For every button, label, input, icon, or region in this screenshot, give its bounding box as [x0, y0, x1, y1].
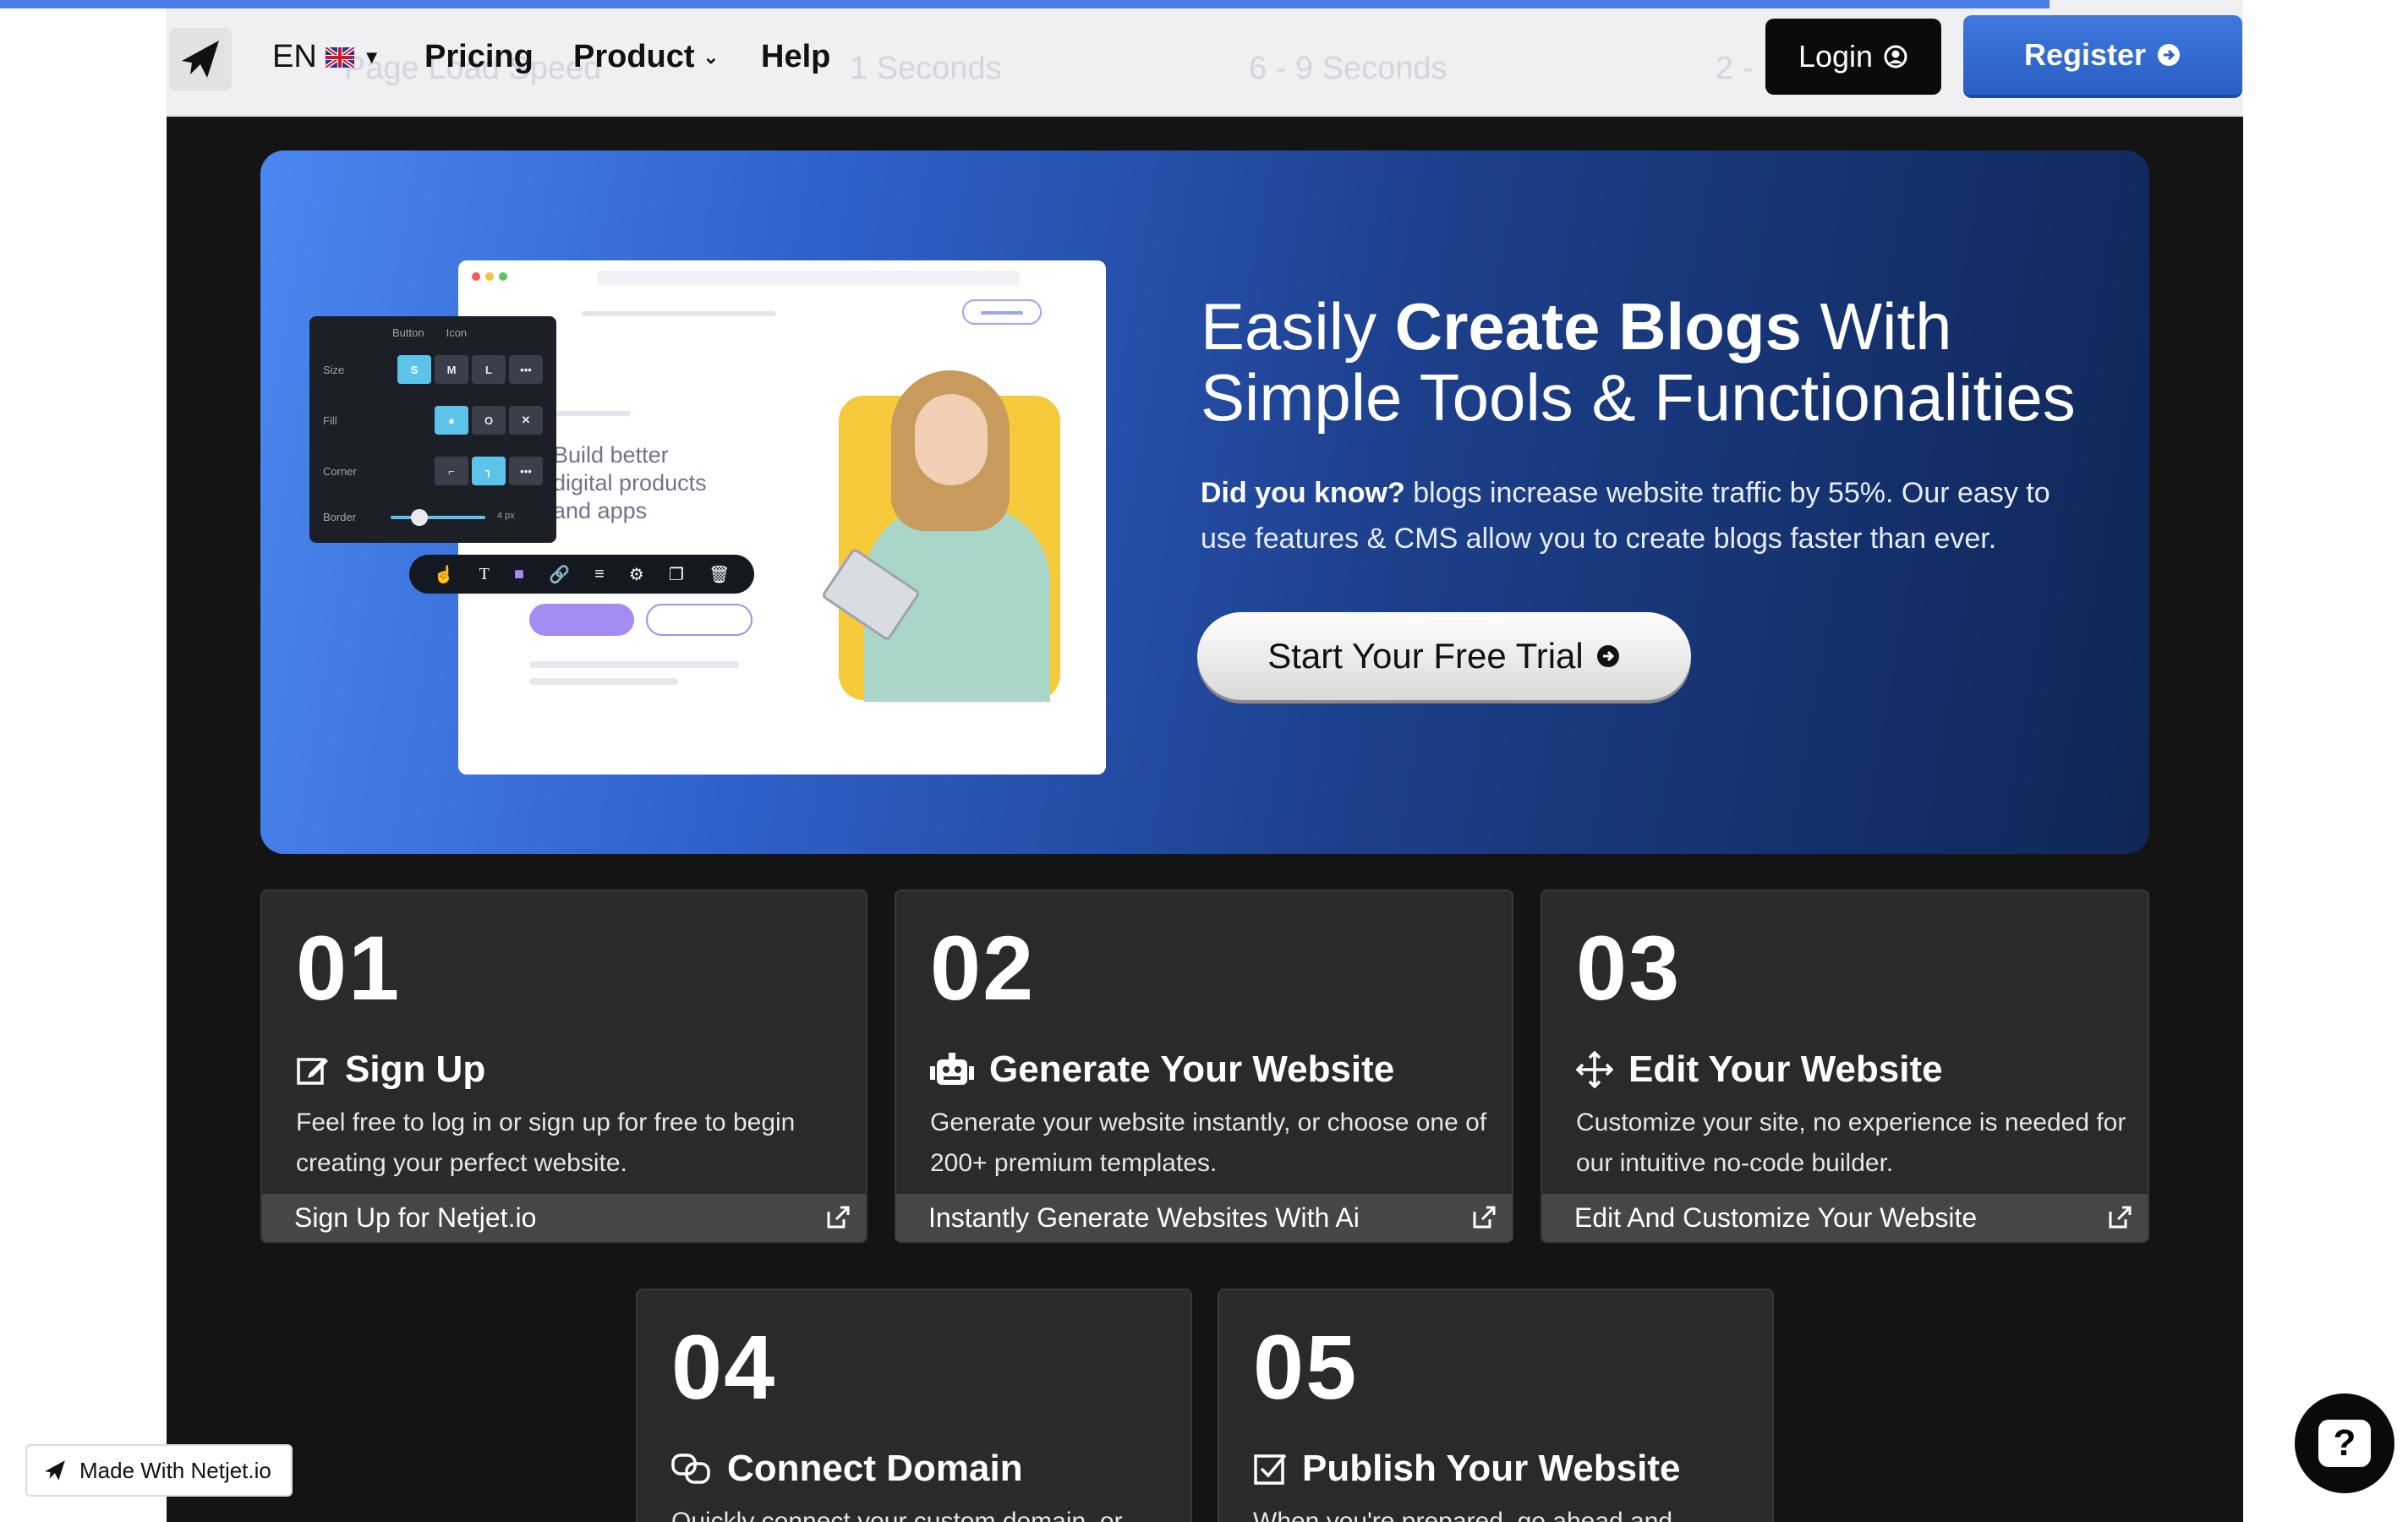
step-title: Connect Domain	[671, 1448, 1023, 1490]
nav-product-dropdown[interactable]: Product ⌄	[573, 39, 719, 75]
mock-secondary-button	[646, 604, 752, 636]
panel-row-size: Size S M L •••	[323, 355, 543, 384]
mock-person-face	[915, 394, 988, 485]
hero-banner: Build better digital products and apps B…	[260, 151, 2149, 854]
shape-icon: ■	[513, 564, 524, 583]
external-link-icon	[2109, 1206, 2132, 1229]
language-selector[interactable]: EN ▼	[272, 39, 381, 75]
step-title: Publish Your Website	[1253, 1448, 1680, 1490]
page: Page Load Speed 1 Seconds 6 - 9 Seconds …	[0, 0, 2408, 1522]
edit-icon	[297, 1058, 328, 1085]
help-chat-button[interactable]: ?	[2295, 1393, 2394, 1493]
step-description: Generate your website instantly, or choo…	[930, 1109, 1487, 1177]
step-description: Feel free to log in or sign up for free …	[296, 1109, 796, 1177]
trash-icon: 🗑	[708, 565, 731, 584]
ghost-text: 6 - 9 Seconds	[1249, 51, 1448, 86]
mock-pill-button	[962, 299, 1042, 325]
step-description: Quickly connect your custom domain, or	[671, 1508, 1123, 1522]
made-with-netjet-badge[interactable]: Made With Netjet.io	[25, 1444, 293, 1497]
nav-product-label: Product	[573, 39, 695, 74]
copy-icon: ❐	[668, 565, 684, 584]
step-number: 02	[930, 917, 1036, 1019]
scroll-progress-bar	[0, 0, 2050, 8]
panel-tabs: Button Icon	[392, 326, 467, 339]
style-settings-panel: Button Icon Size S M L ••• Fill ● O ✕ Co…	[309, 316, 556, 543]
mock-address-bar	[597, 271, 1020, 286]
text-icon: T	[479, 564, 490, 583]
mock-heading-text: Build better digital products and apps	[553, 442, 707, 523]
gear-icon: ⚙	[628, 565, 644, 584]
step-link-sign-up[interactable]: Sign Up for Netjet.io	[262, 1194, 866, 1241]
step-description: Customize your site, no experience is ne…	[1576, 1109, 2126, 1177]
step-number: 04	[671, 1316, 777, 1418]
nav-pricing[interactable]: Pricing	[424, 39, 534, 75]
step-title: Generate Your Website	[930, 1048, 1394, 1091]
move-icon	[1576, 1051, 1613, 1088]
step-number: 05	[1253, 1316, 1359, 1418]
mock-primary-button	[529, 604, 634, 636]
step-number: 03	[1576, 917, 1682, 1019]
robot-icon	[930, 1053, 974, 1085]
panel-border-value: 4 px	[497, 511, 515, 521]
jet-logo-icon	[182, 41, 219, 78]
chevron-down-icon: ▼	[362, 46, 381, 68]
mock-nav-line	[582, 311, 776, 316]
hand-icon: ☝	[433, 565, 455, 584]
step-title: Sign Up	[296, 1048, 485, 1091]
panel-row-fill: Fill ● O ✕	[323, 406, 543, 435]
window-controls	[472, 272, 507, 281]
step-link-edit[interactable]: Edit And Customize Your Website	[1542, 1194, 2148, 1241]
external-link-icon	[1473, 1206, 1496, 1229]
link-icon	[671, 1454, 710, 1484]
arrow-circle-right-icon	[2158, 44, 2181, 66]
chevron-down-icon: ⌄	[703, 46, 719, 68]
logo-button[interactable]	[169, 28, 232, 90]
login-button[interactable]: Login	[1765, 19, 1941, 95]
register-button[interactable]: Register	[1963, 15, 2242, 95]
panel-tab-button: Button	[392, 326, 424, 339]
border-slider-track	[391, 516, 485, 519]
step-number: 01	[296, 917, 402, 1019]
ghost-text: 2 -	[1716, 51, 1754, 86]
login-label: Login	[1798, 39, 1874, 74]
border-slider-knob	[411, 509, 428, 526]
panel-row-corner: Corner ⌐ ╮ •••	[323, 457, 543, 485]
hero-description: Did you know? blogs increase website tra…	[1201, 477, 2050, 555]
start-free-trial-button[interactable]: Start Your Free Trial	[1197, 612, 1691, 700]
uk-flag-icon	[325, 47, 354, 68]
panel-tab-icon: Icon	[446, 326, 468, 339]
language-code: EN	[272, 39, 317, 74]
mock-line	[529, 661, 739, 668]
step-card-connect-domain: 04 Connect Domain Quickly connect your c…	[636, 1289, 1192, 1522]
badge-label: Made With Netjet.io	[79, 1457, 271, 1483]
mock-line	[529, 678, 678, 685]
cta-label: Start Your Free Trial	[1267, 636, 1584, 676]
align-icon: ≡	[594, 564, 605, 583]
mock-line	[553, 411, 631, 416]
step-card-edit: 03 Edit Your Website Customize your site…	[1541, 890, 2149, 1243]
ghost-text: 1 Seconds	[850, 51, 1002, 86]
step-card-publish: 05 Publish Your Website When you're prep…	[1218, 1289, 1774, 1522]
register-label: Register	[2023, 37, 2147, 72]
step-card-sign-up: 01 Sign Up Feel free to log in or sign u…	[260, 890, 867, 1243]
step-card-generate: 02 Generate Your Website Generate your w…	[895, 890, 1513, 1243]
link-icon: 🔗	[549, 565, 570, 584]
external-link-icon	[827, 1206, 850, 1229]
question-icon: ?	[2318, 1420, 2371, 1467]
panel-border-label: Border	[323, 511, 357, 523]
step-title: Edit Your Website	[1576, 1048, 1943, 1091]
user-circle-icon	[1884, 45, 1907, 68]
hero-title: Easily Create Blogs With Simple Tools & …	[1201, 289, 2076, 435]
arrow-circle-right-icon	[1596, 645, 1619, 667]
step-description: When you're prepared, go ahead and	[1253, 1508, 1673, 1522]
checkbox-icon	[1254, 1454, 1287, 1485]
nav-help[interactable]: Help	[761, 39, 830, 75]
mock-editing-toolbar: ☝ T ■ 🔗 ≡ ⚙ ❐ 🗑	[409, 555, 754, 594]
step-link-generate[interactable]: Instantly Generate Websites With Ai	[896, 1194, 1512, 1241]
jet-logo-icon	[45, 1460, 65, 1481]
